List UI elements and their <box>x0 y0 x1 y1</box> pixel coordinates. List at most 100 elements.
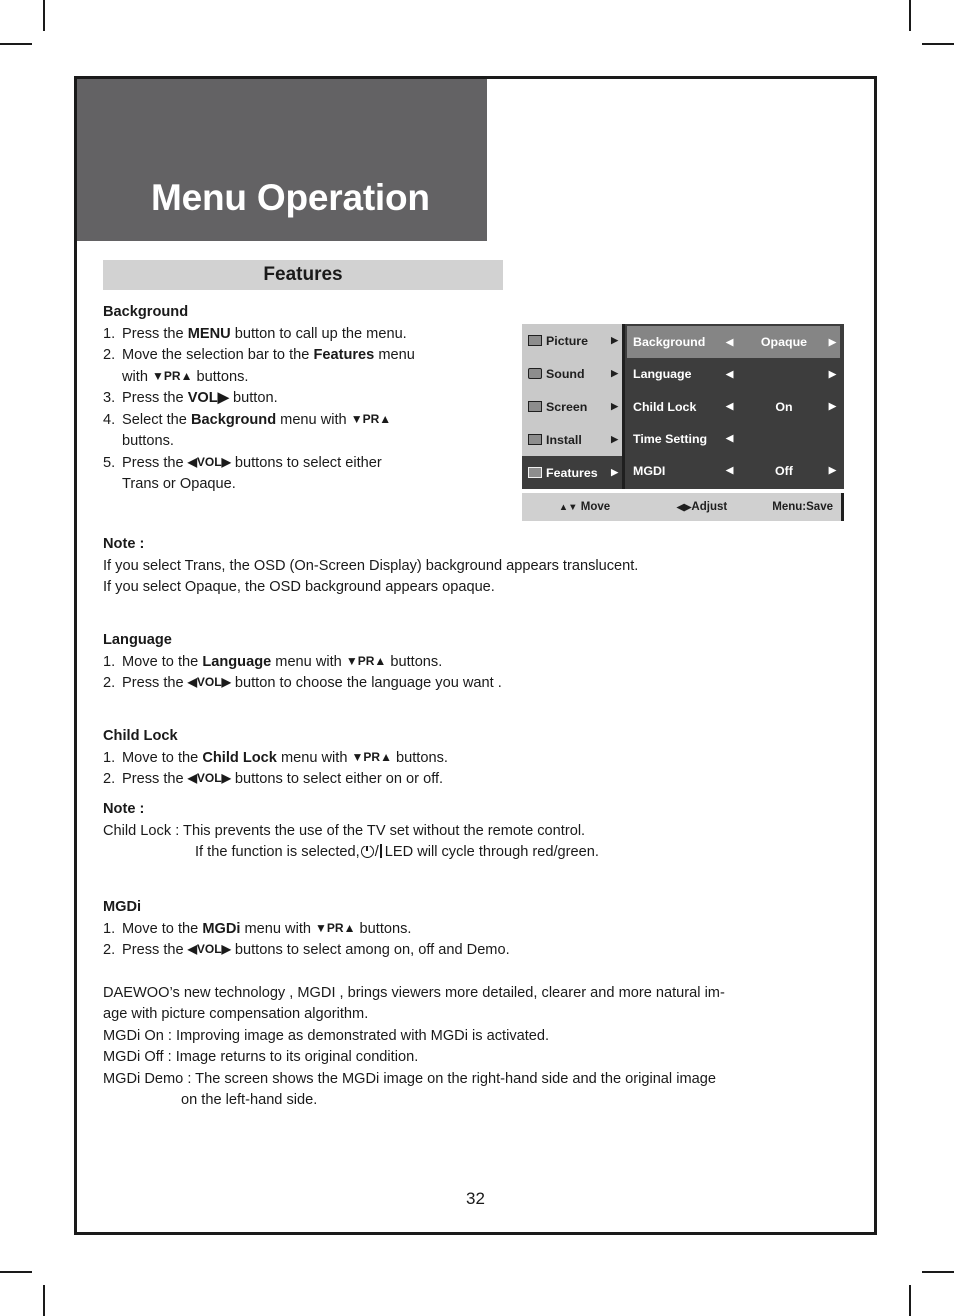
childlock-heading: Child Lock <box>103 728 178 744</box>
osd-option-language[interactable]: Language ◀ ▶ <box>627 358 840 390</box>
list-item: 3. Press the VOL▶ button. <box>103 388 503 410</box>
step-text: Press the MENU button to call up the men… <box>122 325 407 342</box>
crop-mark-bottom-right-horizontal <box>922 1271 954 1273</box>
note-heading: Note : <box>103 536 145 552</box>
osd-category-label: Picture <box>546 333 589 348</box>
step-text: Move to the Language menu with ▼PR▲ butt… <box>122 653 443 670</box>
osd-category-label: Features <box>546 465 598 480</box>
list-item: 2. Press the ◀VOL▶ button to choose the … <box>103 673 843 695</box>
chevron-right-icon: ▶ <box>611 467 618 477</box>
osd-option-child-lock[interactable]: Child Lock ◀ On ▶ <box>627 390 840 422</box>
step-text: Press the ◀VOL▶ buttons to select among … <box>122 942 510 958</box>
step-number: 1. <box>103 653 116 670</box>
list-item: 1. Press the MENU button to call up the … <box>103 324 503 346</box>
section-title-bar: Features <box>103 260 503 290</box>
step-number: 5. <box>103 454 116 471</box>
language-steps: 1. Move to the Language menu with ▼PR▲ b… <box>103 652 843 695</box>
osd-option-label: Background <box>633 335 706 350</box>
chevron-right-icon: ▶ <box>611 335 618 345</box>
mgdi-heading: MGDi <box>103 899 142 915</box>
power-icon <box>360 842 374 858</box>
crop-mark-top-left-horizontal <box>0 43 32 45</box>
mgdi-demo-line: MGDi Demo : The screen shows the MGDi im… <box>103 1070 716 1087</box>
page-number: 32 <box>466 1189 485 1208</box>
arrow-right-icon[interactable]: ▶ <box>820 401 836 412</box>
osd-option-label: Child Lock <box>633 399 697 414</box>
arrow-left-icon[interactable]: ◀ <box>726 401 748 412</box>
chevron-right-icon: ▶ <box>611 368 618 378</box>
note-childlock: Note : Child Lock : This prevents the us… <box>103 799 843 864</box>
osd-menu-panels: Picture ▶ Sound ▶ Screen ▶ Install ▶ Fea… <box>522 324 844 489</box>
osd-category-label: Sound <box>546 366 585 381</box>
screen-icon <box>526 399 543 414</box>
language-section: Language 1. Move to the Language menu wi… <box>103 630 843 695</box>
arrow-right-icon[interactable]: ▶ <box>820 369 836 380</box>
osd-footer-adjust: ◀▶Adjust <box>676 501 728 513</box>
chevron-right-icon: ▶ <box>611 401 618 411</box>
install-icon <box>526 432 543 447</box>
list-item: 2. Press the ◀VOL▶ buttons to select amo… <box>103 940 848 962</box>
mgdi-para-line: DAEWOO’s new technology , MGDI , brings … <box>103 984 725 1001</box>
list-item: 2. Move the selection bar to the Feature… <box>103 345 503 388</box>
background-section: Background 1. Press the MENU button to c… <box>103 302 503 496</box>
arrow-left-icon[interactable]: ◀ <box>726 369 748 380</box>
osd-category-screen[interactable]: Screen ▶ <box>522 390 622 423</box>
list-item: 1. Move to the Child Lock menu with ▼PR▲… <box>103 748 843 770</box>
arrow-right-icon[interactable]: ▶ <box>820 337 836 348</box>
left-right-arrow-icon: ◀▶ <box>676 502 692 513</box>
osd-option-time-setting[interactable]: Time Setting ◀ <box>627 423 840 455</box>
arrow-right-icon[interactable]: ▶ <box>820 465 836 476</box>
osd-category-picture[interactable]: Picture ▶ <box>522 324 622 357</box>
crop-mark-top-right-horizontal <box>922 43 954 45</box>
crop-mark-top-right-vertical <box>909 0 911 31</box>
list-item: 2. Press the ◀VOL▶ buttons to select eit… <box>103 769 843 791</box>
note-line: If you select Opaque, the OSD background… <box>103 579 495 595</box>
note-line: Child Lock : This prevents the use of th… <box>103 822 586 839</box>
note-line: If the function is selected, / LED will cy… <box>195 842 599 860</box>
osd-option-label: Time Setting <box>633 431 708 446</box>
note-background: Note : If you select Trans, the OSD (On-… <box>103 534 843 599</box>
section-title-label: Features <box>263 264 343 285</box>
background-heading: Background <box>103 304 189 320</box>
osd-footer-move: ▲▼ Move <box>558 501 611 513</box>
step-number: 2. <box>103 771 116 787</box>
features-icon <box>526 465 543 480</box>
step-number: 2. <box>103 675 116 691</box>
childlock-section: Child Lock 1. Move to the Child Lock men… <box>103 726 843 791</box>
childlock-steps: 1. Move to the Child Lock menu with ▼PR▲… <box>103 748 843 791</box>
step-number: 1. <box>103 325 116 342</box>
step-number: 3. <box>103 390 116 406</box>
step-text: Move to the MGDi menu with ▼PR▲ buttons. <box>122 920 412 937</box>
note-heading: Note : <box>103 801 145 817</box>
list-item: 1. Move to the MGDi menu with ▼PR▲ butto… <box>103 919 848 941</box>
step-text: Press the ◀VOL▶ buttons to select either <box>122 454 382 471</box>
arrow-left-icon[interactable]: ◀ <box>726 337 748 348</box>
picture-icon <box>526 333 543 348</box>
osd-option-label: Language <box>633 367 692 382</box>
background-steps: 1. Press the MENU button to call up the … <box>103 324 503 496</box>
step-number: 1. <box>103 920 116 937</box>
osd-footer-bar: ▲▼ Move ◀▶Adjust Menu:Save <box>522 493 844 521</box>
step-text: Select the Background menu with ▼PR▲ <box>122 411 392 428</box>
step-number: 4. <box>103 411 116 428</box>
list-item: 4. Select the Background menu with ▼PR▲ … <box>103 410 503 453</box>
osd-option-mgdi[interactable]: MGDI ◀ Off ▶ <box>627 455 840 487</box>
osd-category-sound[interactable]: Sound ▶ <box>522 357 622 390</box>
step-text-cont: buttons. <box>122 433 174 449</box>
osd-category-install[interactable]: Install ▶ <box>522 423 622 456</box>
osd-option-value: Off <box>775 463 793 478</box>
crop-mark-bottom-left-horizontal <box>0 1271 32 1273</box>
list-item: 5. Press the ◀VOL▶ buttons to select eit… <box>103 453 503 496</box>
arrow-left-icon[interactable]: ◀ <box>726 433 748 444</box>
osd-option-background[interactable]: Background ◀ Opaque ▶ <box>627 326 840 359</box>
arrow-left-icon[interactable]: ◀ <box>726 465 748 476</box>
step-number: 2. <box>103 942 116 958</box>
osd-category-label: Install <box>546 432 582 447</box>
osd-option-label: MGDI <box>633 463 666 478</box>
osd-category-features[interactable]: Features ▶ <box>522 456 622 489</box>
note-line: If you select Trans, the OSD (On-Screen … <box>103 557 639 574</box>
step-text-cont: Trans or Opaque. <box>122 476 236 492</box>
up-down-arrow-icon: ▲▼ <box>558 502 578 513</box>
osd-options-panel: Background ◀ Opaque ▶ Language ◀ ▶ Child… <box>625 324 844 489</box>
